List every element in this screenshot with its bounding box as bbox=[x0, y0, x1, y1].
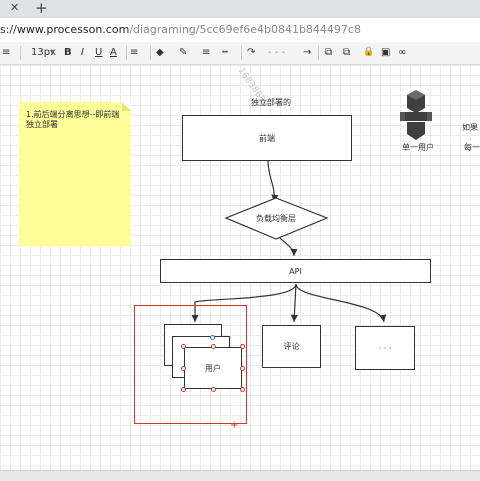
comment-label: 评论 bbox=[283, 342, 300, 351]
resize-handle[interactable] bbox=[240, 366, 245, 371]
comment-box[interactable]: 评论 bbox=[262, 325, 321, 368]
connector-api-comment bbox=[290, 283, 298, 323]
aws-user-icon bbox=[400, 90, 432, 140]
plus-cursor-icon: + bbox=[230, 420, 239, 431]
status-bar bbox=[0, 470, 480, 481]
resize-handle[interactable] bbox=[211, 344, 216, 349]
api-label: API bbox=[289, 266, 302, 276]
resize-handle[interactable] bbox=[181, 366, 186, 371]
resize-handle[interactable] bbox=[181, 387, 186, 392]
single-user-label: 单一用户 bbox=[402, 143, 434, 152]
rotate-handle[interactable] bbox=[210, 335, 215, 340]
resize-handle[interactable] bbox=[181, 344, 186, 349]
resize-handle[interactable] bbox=[240, 387, 245, 392]
connector-frontend-lb bbox=[267, 160, 279, 203]
connector-api-more bbox=[295, 283, 387, 323]
user-box-front[interactable]: 用户 bbox=[184, 347, 242, 389]
more-label: · · · bbox=[378, 343, 392, 353]
frontend-box[interactable]: 前端 bbox=[182, 115, 352, 161]
connector-lb-api bbox=[279, 237, 298, 257]
side-text-1: 如果 bbox=[462, 123, 478, 132]
api-box[interactable]: API bbox=[160, 259, 431, 283]
more-box[interactable]: · · · bbox=[355, 326, 415, 370]
independent-deploy-label: 独立部署的 bbox=[251, 98, 291, 107]
resize-handle[interactable] bbox=[240, 344, 245, 349]
frontend-label: 前端 bbox=[259, 133, 275, 143]
resize-handle[interactable] bbox=[211, 387, 216, 392]
load-balancer-label: 负载均衡层 bbox=[256, 214, 296, 223]
side-text-2: 每一 bbox=[464, 143, 480, 152]
user-label: 用户 bbox=[205, 363, 221, 373]
